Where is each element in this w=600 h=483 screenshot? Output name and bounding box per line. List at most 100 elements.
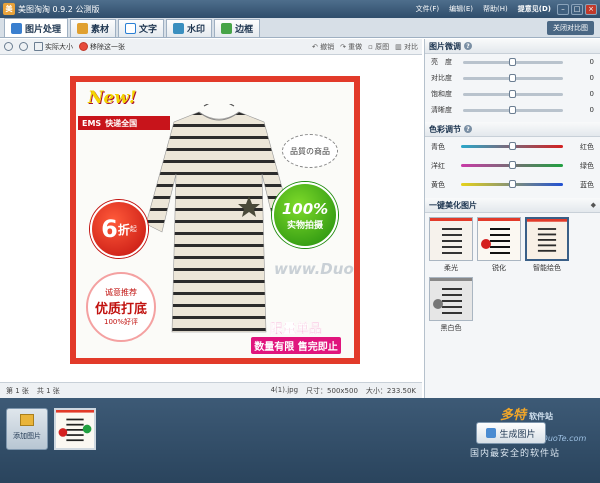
minimize-button[interactable]: – xyxy=(557,3,569,15)
green-label: 绿色 xyxy=(580,161,594,170)
film-thumbnail[interactable] xyxy=(54,408,96,450)
add-image-button[interactable]: 添加图片 xyxy=(6,408,48,450)
preset-label: 智能绘色 xyxy=(533,264,561,272)
tab-watermark[interactable]: 水印 xyxy=(166,19,213,37)
ems-sub-label: 快递全国 xyxy=(105,118,138,128)
actual-size-button[interactable]: 实际大小 xyxy=(34,42,73,52)
help-icon[interactable]: ? xyxy=(464,125,472,133)
status-filename: 4(1).jpg xyxy=(270,385,299,394)
material-icon xyxy=(77,23,89,34)
help-icon[interactable]: ? xyxy=(464,42,472,50)
slider-thumb[interactable] xyxy=(509,57,516,66)
sharpness-slider-row: 清晰度 0 xyxy=(425,102,600,118)
menu-feedback[interactable]: 提意见(D) xyxy=(518,4,551,14)
remove-image-button[interactable]: 移除这一张 xyxy=(79,42,125,52)
compare-button[interactable]: ▥ 对比 xyxy=(395,42,418,52)
slider-thumb[interactable] xyxy=(509,89,516,98)
close-button[interactable]: × xyxy=(585,3,597,15)
slider-thumb[interactable] xyxy=(509,142,516,150)
real-photo-badge: 100% 实物拍摄 xyxy=(272,182,338,248)
sharpness-label: 清晰度 xyxy=(431,106,452,114)
preset-thumbnail xyxy=(477,217,521,261)
status-bar: 第 1 张 共 1 张 4(1).jpg 尺寸：500x500 大小：233.5… xyxy=(0,382,422,398)
redo-button[interactable]: ↷ 重做 xyxy=(340,42,362,52)
zoom-in-button[interactable] xyxy=(4,42,13,51)
brightness-slider[interactable] xyxy=(463,57,563,66)
duote-brand: 多特 xyxy=(500,408,527,423)
adjust-section-header[interactable]: 图片微调 ? xyxy=(425,39,600,54)
saturation-label: 饱和度 xyxy=(431,90,452,98)
undo-label: 撤销 xyxy=(320,42,335,51)
status-file-info: 4(1).jpg 尺寸：500x500 大小：233.50K xyxy=(271,386,416,396)
status-total: 共 1 张 xyxy=(36,386,60,395)
site-watermark: www.DuoTe.com xyxy=(274,260,354,278)
close-compare-button[interactable]: 关闭对比图 xyxy=(547,21,594,35)
preset-black-white[interactable]: 黑白色 xyxy=(429,277,473,333)
generate-image-button[interactable]: 生成图片 xyxy=(476,422,546,444)
cyan-red-slider[interactable] xyxy=(461,142,563,150)
maximize-button[interactable]: □ xyxy=(571,3,583,15)
image-canvas[interactable]: New! EMS 快递全国 品質の商品 100% 实物拍摄 6 折 起 诚意推荐… xyxy=(0,56,422,382)
undo-button[interactable]: ↶ 撤销 xyxy=(312,42,334,52)
discount-unit: 折 xyxy=(117,222,130,237)
limited-line1: 限量单品 xyxy=(269,322,322,337)
color-title: 色彩调节 xyxy=(429,124,461,134)
magenta-label: 洋红 xyxy=(431,161,445,170)
product-photo[interactable]: New! EMS 快递全国 品質の商品 100% 实物拍摄 6 折 起 诚意推荐… xyxy=(70,76,360,364)
preset-soft-light[interactable]: 柔光 xyxy=(429,217,473,273)
brightness-label: 亮 度 xyxy=(431,58,452,66)
limited-edition-text: 限量单品 数量有限 售完即止 xyxy=(238,318,354,358)
color-section-header[interactable]: 色彩调节 ? xyxy=(425,122,600,137)
saturation-value: 0 xyxy=(589,90,594,98)
saturation-slider[interactable] xyxy=(463,89,563,98)
status-dimensions: 尺寸：500x500 xyxy=(306,386,358,395)
tab-material[interactable]: 素材 xyxy=(70,19,117,37)
tab-image-processing[interactable]: 图片处理 xyxy=(4,18,69,37)
collapse-icon[interactable]: ◆ xyxy=(591,201,596,209)
sharpness-value: 0 xyxy=(589,106,594,114)
menu-edit[interactable]: 编辑(E) xyxy=(449,4,473,14)
beautify-section-header[interactable]: 一键美化图片 ◆ xyxy=(425,198,600,213)
contrast-label: 对比度 xyxy=(431,74,452,82)
real-photo-label: 实物拍摄 xyxy=(286,220,323,231)
original-button[interactable]: ▫ 原图 xyxy=(368,42,389,52)
status-filesize: 大小：233.50K xyxy=(365,386,416,395)
zoom-out-button[interactable] xyxy=(19,42,28,51)
contrast-slider[interactable] xyxy=(463,73,563,82)
film-strip: 添加图片 多特 软件站 www.DuoTe.com 生成图片 国内最安全的软件站 xyxy=(0,398,600,483)
contrast-slider-row: 对比度 0 xyxy=(425,70,600,86)
blue-label: 蓝色 xyxy=(580,180,594,189)
ems-banner: EMS 快递全国 xyxy=(78,116,170,130)
slider-thumb[interactable] xyxy=(509,105,516,114)
remove-icon xyxy=(79,42,88,51)
preset-smart-color[interactable]: 智能绘色 xyxy=(525,217,569,273)
magenta-green-row: 洋红 绿色 xyxy=(425,156,600,175)
limited-line2: 数量有限 售完即止 xyxy=(251,337,341,354)
window-controls: – □ × xyxy=(557,3,597,15)
tab-text[interactable]: 文字 xyxy=(118,19,165,37)
slider-thumb[interactable] xyxy=(509,180,516,188)
tab-label: 图片处理 xyxy=(25,24,62,35)
text-icon xyxy=(125,23,137,34)
slider-thumb[interactable] xyxy=(509,161,516,169)
yellow-blue-slider[interactable] xyxy=(461,180,563,188)
adjust-title: 图片微调 xyxy=(429,41,461,51)
tab-frame[interactable]: 边框 xyxy=(214,19,261,37)
zoom-in-icon xyxy=(4,42,13,51)
menu-file[interactable]: 文件(F) xyxy=(416,4,440,14)
recommend-line2: 优质打底 xyxy=(94,302,147,317)
menu-bar: 文件(F) 编辑(E) 帮助(H) 提意见(D) xyxy=(416,4,551,14)
discount-number: 6 xyxy=(101,215,118,243)
preset-sharpen[interactable]: 锐化 xyxy=(477,217,521,273)
magenta-green-slider[interactable] xyxy=(461,161,563,169)
remove-label: 移除这一张 xyxy=(90,42,125,51)
redo-label: 重做 xyxy=(348,42,363,51)
recommend-badge: 诚意推荐 优质打底 100%好评 xyxy=(86,272,156,342)
menu-help[interactable]: 帮助(H) xyxy=(483,4,508,14)
real-photo-percent: 100% xyxy=(281,199,329,218)
brightness-value: 0 xyxy=(589,58,594,66)
sharpness-slider[interactable] xyxy=(463,105,563,114)
adjust-panel: 图片微调 ? 亮 度 0 对比度 0 饱和度 0 清晰度 0 色彩调节 ? 青色… xyxy=(424,39,600,398)
folder-add-icon xyxy=(20,414,34,426)
slider-thumb[interactable] xyxy=(509,73,516,82)
